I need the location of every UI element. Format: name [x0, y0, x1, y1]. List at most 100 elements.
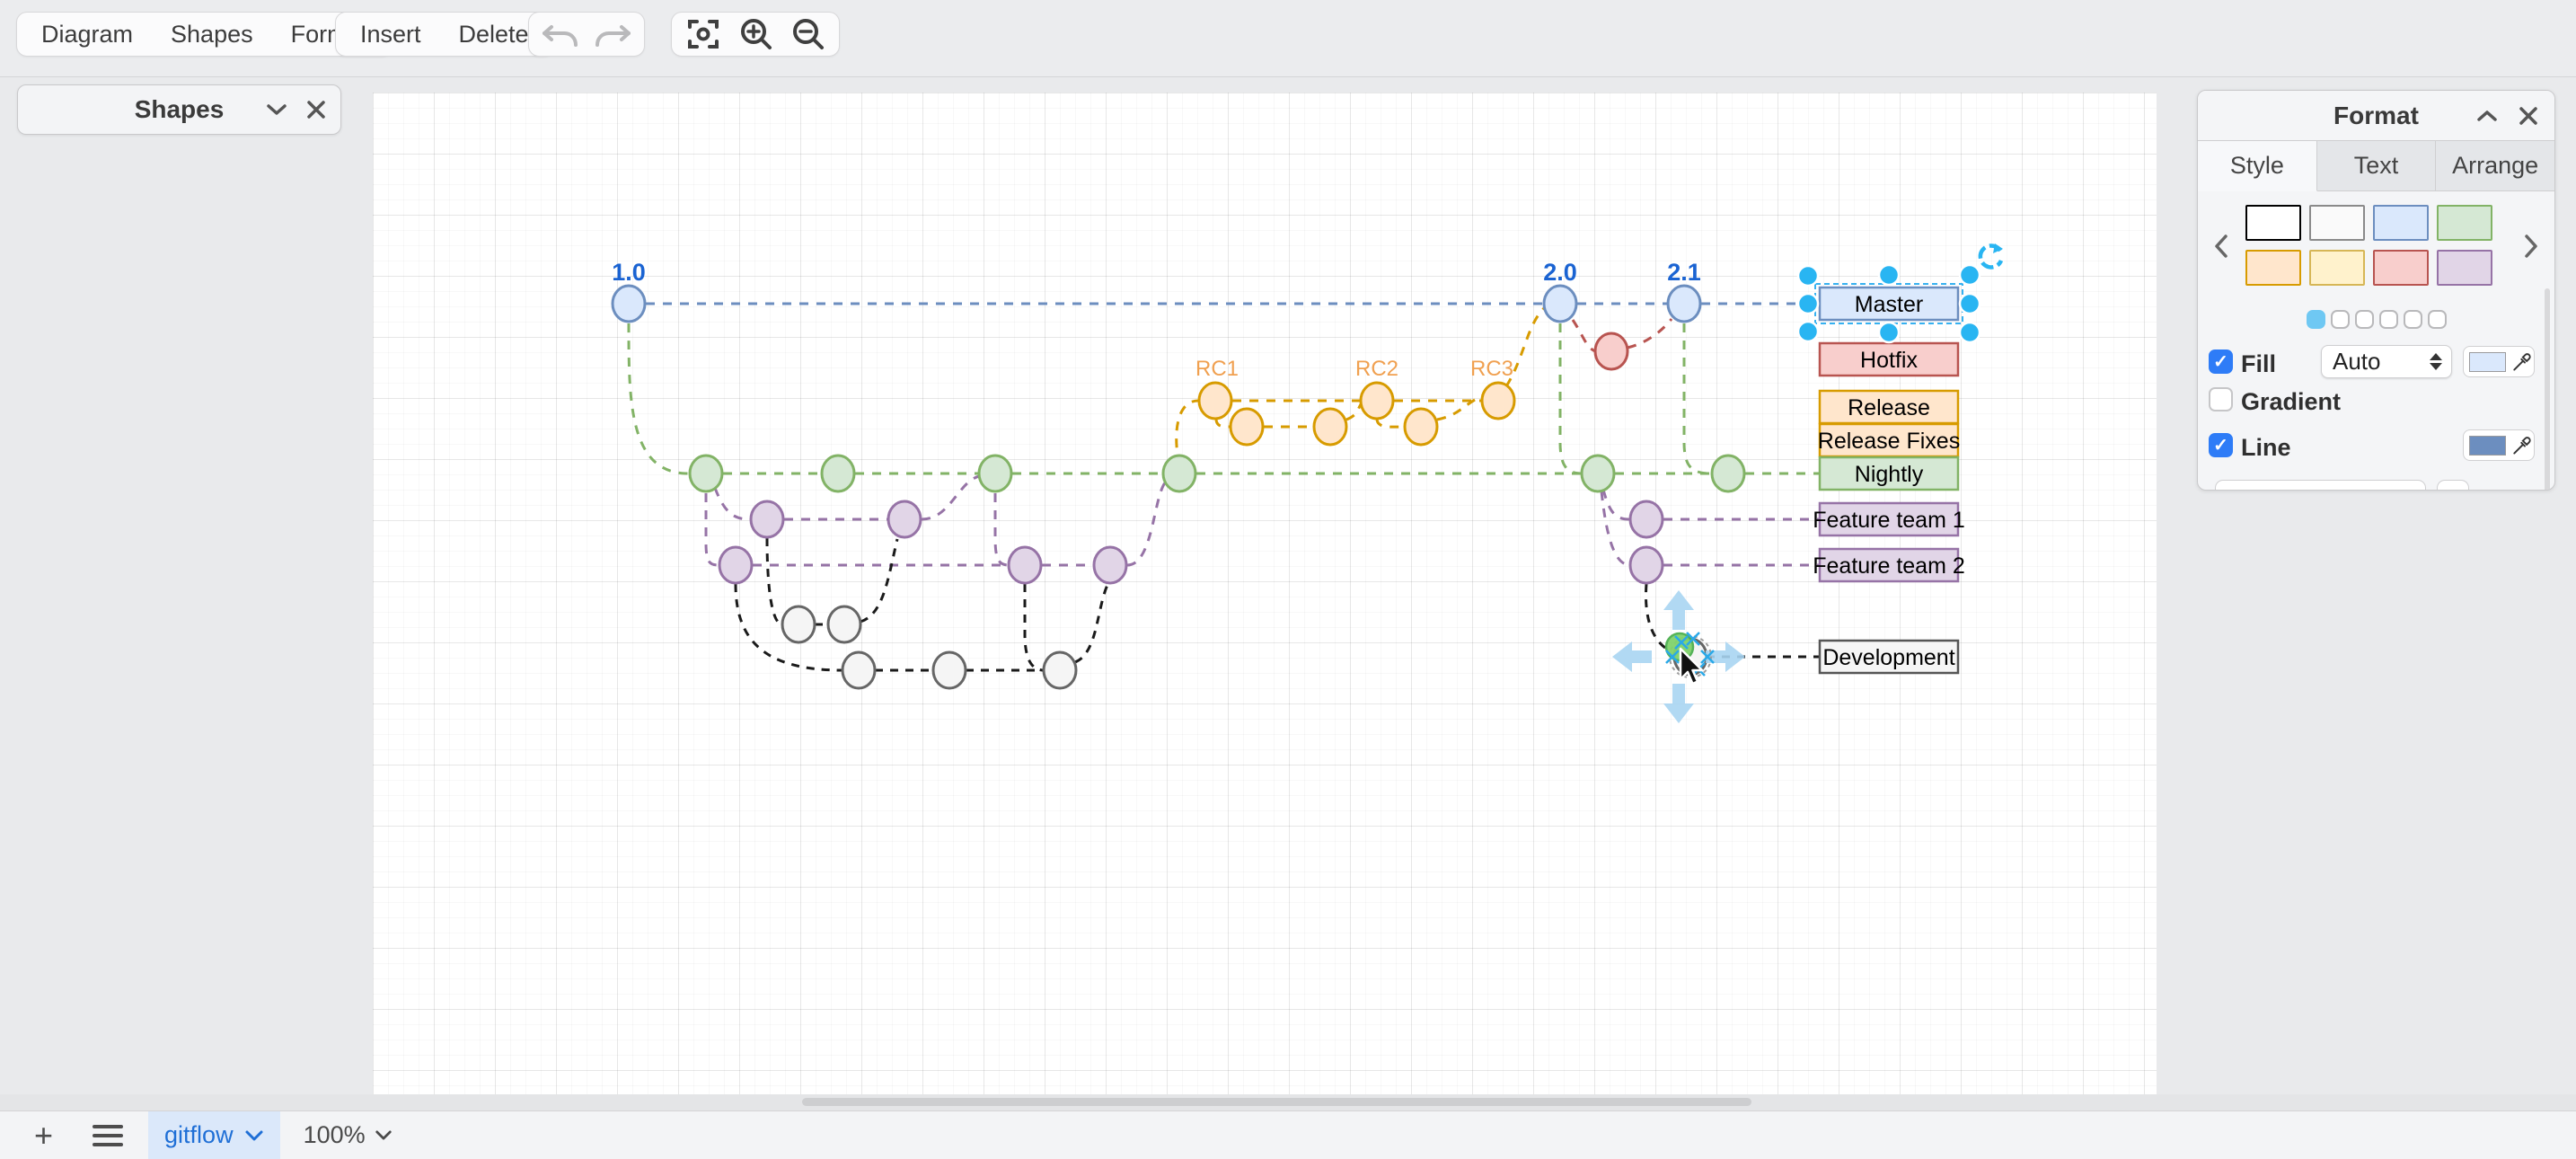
insert-button[interactable]: Insert — [341, 21, 440, 49]
branch-edge-black[interactable] — [767, 538, 782, 624]
tab-arrange[interactable]: Arrange — [2436, 141, 2554, 190]
selection-handle[interactable] — [1798, 266, 1818, 286]
fit-page-icon[interactable] — [677, 13, 729, 56]
line-checkbox[interactable]: ✓ — [2209, 433, 2233, 457]
collapse-format-icon[interactable] — [2475, 91, 2499, 140]
preset-page-dot[interactable] — [2355, 310, 2374, 329]
selection-handle[interactable] — [1798, 322, 1818, 341]
branch-edge-red[interactable] — [1628, 319, 1672, 348]
branch-edge-red[interactable] — [1573, 320, 1595, 351]
preset-page-dot[interactable] — [2404, 310, 2422, 329]
direction-arrow[interactable] — [1663, 684, 1694, 723]
horizontal-scrollbar[interactable] — [802, 1098, 1751, 1106]
presets-prev-icon[interactable] — [2212, 233, 2230, 264]
commit-node-orange[interactable] — [1482, 383, 1514, 419]
branch-edge-purple[interactable] — [706, 493, 719, 565]
commit-node-purple[interactable] — [1094, 547, 1126, 583]
page-tab-gitflow[interactable]: gitflow — [148, 1111, 280, 1159]
branch-edge-green[interactable] — [1684, 323, 1711, 473]
style-preset-swatch[interactable] — [2437, 205, 2492, 241]
selection-handle[interactable] — [1798, 294, 1818, 314]
collapse-shapes-icon[interactable] — [265, 85, 288, 134]
commit-node-blue[interactable] — [1668, 286, 1700, 322]
menu-shapes[interactable]: Shapes — [152, 21, 272, 49]
commit-node-green[interactable] — [822, 456, 854, 491]
tab-text[interactable]: Text — [2317, 141, 2437, 190]
close-shapes-icon[interactable] — [306, 85, 326, 134]
zoom-out-icon[interactable] — [781, 13, 834, 56]
commit-node-green[interactable] — [1712, 456, 1744, 491]
commit-node-red[interactable] — [1595, 333, 1628, 369]
branch-edge-black[interactable] — [1025, 584, 1044, 670]
commit-node-blue[interactable] — [613, 286, 645, 322]
preset-page-dot[interactable] — [2379, 310, 2398, 329]
undo-icon[interactable] — [534, 13, 587, 56]
commit-node-orange[interactable] — [1314, 409, 1346, 445]
branch-edge-orange[interactable] — [1437, 395, 1483, 420]
commit-node-purple[interactable] — [888, 501, 921, 537]
branch-edge-orange[interactable] — [1377, 419, 1404, 427]
menu-diagram[interactable]: Diagram — [22, 21, 152, 49]
line-color-button[interactable] — [2463, 429, 2535, 461]
branch-edge-purple[interactable] — [1603, 490, 1629, 519]
commit-node-orange[interactable] — [1405, 409, 1437, 445]
commit-node-purple[interactable] — [1630, 501, 1663, 537]
zoom-in-icon[interactable] — [729, 13, 781, 56]
commit-node-purple[interactable] — [1009, 547, 1041, 583]
commit-node-orange[interactable] — [1199, 383, 1231, 419]
selection-handle[interactable] — [1960, 294, 1980, 314]
commit-node-green[interactable] — [1582, 456, 1614, 491]
direction-arrow[interactable] — [1663, 590, 1694, 630]
style-preset-swatch[interactable] — [2373, 205, 2429, 241]
commit-node-green[interactable] — [1163, 456, 1195, 491]
branch-edge-purple[interactable] — [1601, 491, 1630, 565]
branch-edge-black[interactable] — [1075, 585, 1107, 662]
branch-edge-black[interactable] — [860, 539, 897, 622]
selection-handle[interactable] — [1960, 265, 1980, 285]
tab-style[interactable]: Style — [2198, 141, 2317, 191]
selection-handle[interactable] — [1879, 265, 1899, 285]
commit-node-green[interactable] — [979, 456, 1011, 491]
fill-color-button[interactable] — [2463, 346, 2535, 377]
branch-edge-purple[interactable] — [995, 493, 1009, 565]
style-preset-swatch[interactable] — [2309, 250, 2365, 286]
commit-node-blue[interactable] — [1544, 286, 1576, 322]
style-preset-swatch[interactable] — [2373, 250, 2429, 286]
fill-mode-select[interactable]: Auto — [2321, 345, 2452, 378]
branch-edge-green[interactable] — [1560, 323, 1582, 473]
format-panel-scrollbar[interactable] — [2545, 288, 2550, 491]
commit-node-purple[interactable] — [751, 501, 783, 537]
redo-icon[interactable] — [587, 13, 639, 56]
style-preset-swatch[interactable] — [2245, 205, 2301, 241]
gradient-checkbox[interactable] — [2209, 387, 2233, 411]
commit-node-white[interactable] — [842, 652, 875, 688]
commit-node-white[interactable] — [782, 606, 815, 642]
commit-node-white[interactable] — [1044, 652, 1076, 688]
pages-menu-icon[interactable] — [93, 1119, 123, 1152]
commit-node-green[interactable] — [690, 456, 722, 491]
fill-checkbox[interactable]: ✓ — [2209, 349, 2233, 374]
direction-arrow[interactable] — [1612, 641, 1652, 672]
commit-node-white[interactable] — [828, 606, 860, 642]
presets-next-icon[interactable] — [2522, 233, 2540, 264]
branch-edge-black[interactable] — [1645, 584, 1668, 650]
zoom-level-selector[interactable]: 100% — [304, 1121, 393, 1149]
close-format-icon[interactable] — [2519, 91, 2538, 140]
branch-edge-purple[interactable] — [715, 488, 750, 519]
commit-node-orange[interactable] — [1231, 409, 1263, 445]
style-preset-swatch[interactable] — [2437, 250, 2492, 286]
preset-page-dot[interactable] — [2307, 310, 2325, 329]
selection-handle[interactable] — [1960, 323, 1980, 342]
branch-edge-purple[interactable] — [922, 476, 979, 519]
branch-edge-purple[interactable] — [1127, 482, 1166, 565]
branch-edge-green[interactable] — [629, 323, 688, 473]
branch-edge-orange[interactable] — [1216, 419, 1230, 427]
style-preset-swatch[interactable] — [2245, 250, 2301, 286]
commit-node-purple[interactable] — [719, 547, 752, 583]
preset-page-dot[interactable] — [2331, 310, 2350, 329]
add-page-button[interactable]: + — [34, 1119, 53, 1152]
commit-node-white[interactable] — [933, 652, 966, 688]
commit-node-purple[interactable] — [1630, 547, 1663, 583]
style-preset-swatch[interactable] — [2309, 205, 2365, 241]
preset-page-dot[interactable] — [2428, 310, 2447, 329]
